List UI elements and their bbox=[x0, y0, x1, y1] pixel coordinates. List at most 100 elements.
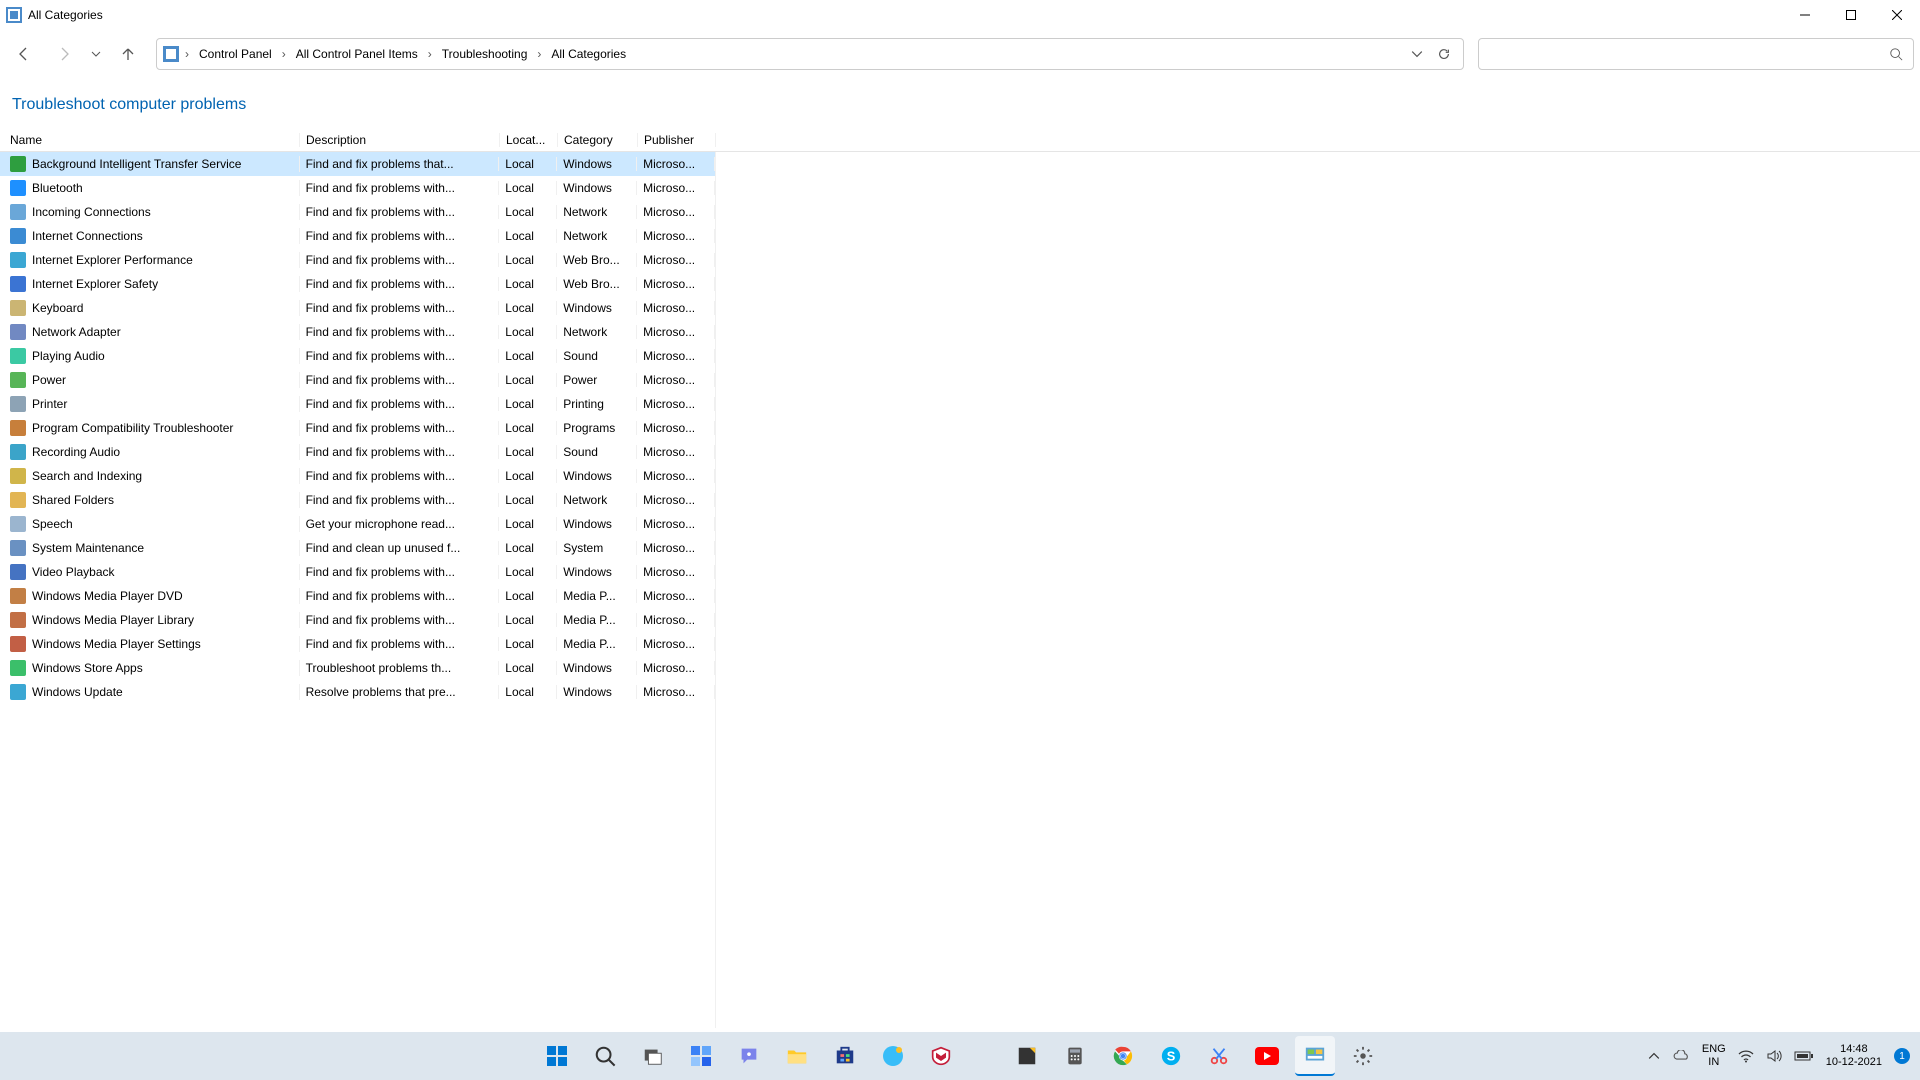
troubleshooter-icon bbox=[10, 204, 26, 220]
table-row[interactable]: Windows UpdateResolve problems that pre.… bbox=[0, 680, 715, 704]
breadcrumb-segment[interactable]: Control Panel bbox=[195, 45, 276, 63]
row-category: Windows bbox=[557, 469, 637, 483]
calculator-button[interactable] bbox=[1055, 1036, 1095, 1076]
table-row[interactable]: Windows Media Player LibraryFind and fix… bbox=[0, 608, 715, 632]
row-name: Background Intelligent Transfer Service bbox=[32, 157, 241, 171]
row-description: Find and fix problems with... bbox=[300, 445, 500, 459]
table-row[interactable]: Background Intelligent Transfer ServiceF… bbox=[0, 152, 715, 176]
tray-overflow-button[interactable] bbox=[1648, 1050, 1660, 1062]
row-description: Get your microphone read... bbox=[300, 517, 500, 531]
table-header: Name Description Locat... Category Publi… bbox=[0, 128, 1920, 152]
column-header-name[interactable]: Name bbox=[0, 133, 300, 147]
table-row[interactable]: Windows Store AppsTroubleshoot problems … bbox=[0, 656, 715, 680]
title-bar: All Categories bbox=[0, 0, 1920, 30]
breadcrumb-segment[interactable]: All Control Panel Items bbox=[292, 45, 422, 63]
chevron-right-icon[interactable]: › bbox=[424, 47, 436, 61]
troubleshooter-icon bbox=[10, 180, 26, 196]
troubleshooter-icon bbox=[10, 564, 26, 580]
table-row[interactable]: Windows Media Player DVDFind and fix pro… bbox=[0, 584, 715, 608]
row-publisher: Microso... bbox=[637, 589, 715, 603]
up-button[interactable] bbox=[110, 36, 146, 72]
troubleshooter-icon bbox=[10, 516, 26, 532]
row-publisher: Microso... bbox=[637, 445, 715, 459]
taskbar-search-button[interactable] bbox=[585, 1036, 625, 1076]
task-view-button[interactable] bbox=[633, 1036, 673, 1076]
table-row[interactable]: SpeechGet your microphone read...LocalWi… bbox=[0, 512, 715, 536]
skype-button[interactable]: S bbox=[1151, 1036, 1191, 1076]
row-publisher: Microso... bbox=[637, 397, 715, 411]
row-name: Video Playback bbox=[32, 565, 115, 579]
table-row[interactable]: System MaintenanceFind and clean up unus… bbox=[0, 536, 715, 560]
table-row[interactable]: PowerFind and fix problems with...LocalP… bbox=[0, 368, 715, 392]
chrome-button[interactable] bbox=[1103, 1036, 1143, 1076]
chevron-right-icon[interactable]: › bbox=[533, 47, 545, 61]
table-row[interactable]: Incoming ConnectionsFind and fix problem… bbox=[0, 200, 715, 224]
start-button[interactable] bbox=[537, 1036, 577, 1076]
back-button[interactable] bbox=[6, 36, 42, 72]
microsoft-store-button[interactable] bbox=[825, 1036, 865, 1076]
table-row[interactable]: Playing AudioFind and fix problems with.… bbox=[0, 344, 715, 368]
table-row[interactable]: Shared FoldersFind and fix problems with… bbox=[0, 488, 715, 512]
language-indicator[interactable]: ENG IN bbox=[1702, 1043, 1726, 1069]
table-row[interactable]: Windows Media Player SettingsFind and fi… bbox=[0, 632, 715, 656]
clock[interactable]: 14:48 10-12-2021 bbox=[1826, 1043, 1882, 1069]
address-dropdown-button[interactable] bbox=[1411, 48, 1423, 60]
column-header-category[interactable]: Category bbox=[558, 133, 638, 147]
search-box[interactable] bbox=[1478, 38, 1914, 70]
row-publisher: Microso... bbox=[637, 373, 715, 387]
maximize-button[interactable] bbox=[1828, 0, 1874, 30]
address-bar[interactable]: › Control Panel › All Control Panel Item… bbox=[156, 38, 1464, 70]
sticky-notes-button[interactable] bbox=[1007, 1036, 1047, 1076]
table-row[interactable]: BluetoothFind and fix problems with...Lo… bbox=[0, 176, 715, 200]
table-row[interactable]: Video Playback Find and fix problems with… bbox=[0, 560, 715, 584]
table-row[interactable]: Internet ConnectionsFind and fix problem… bbox=[0, 224, 715, 248]
settings-button[interactable] bbox=[1343, 1036, 1383, 1076]
table-row[interactable]: KeyboardFind and fix problems with...Loc… bbox=[0, 296, 715, 320]
onedrive-icon[interactable] bbox=[1672, 1050, 1690, 1062]
widgets-button[interactable] bbox=[681, 1036, 721, 1076]
column-header-description[interactable]: Description bbox=[300, 133, 500, 147]
close-button[interactable] bbox=[1874, 0, 1920, 30]
row-description: Find and fix problems with... bbox=[300, 421, 500, 435]
wifi-icon[interactable] bbox=[1738, 1049, 1754, 1063]
chat-button[interactable] bbox=[729, 1036, 769, 1076]
column-header-location[interactable]: Locat... bbox=[500, 133, 558, 147]
control-panel-button[interactable] bbox=[1295, 1036, 1335, 1076]
table-row[interactable]: Recording AudioFind and fix problems wit… bbox=[0, 440, 715, 464]
recent-dropdown-button[interactable] bbox=[86, 36, 106, 72]
breadcrumb-segment[interactable]: All Categories bbox=[547, 45, 630, 63]
taskbar: S ENG IN 14:48 10-12-2021 1 bbox=[0, 1032, 1920, 1080]
row-location: Local bbox=[499, 421, 557, 435]
row-location: Local bbox=[499, 613, 557, 627]
file-explorer-button[interactable] bbox=[777, 1036, 817, 1076]
row-description: Find and fix problems with... bbox=[300, 565, 500, 579]
tips-button[interactable] bbox=[873, 1036, 913, 1076]
row-category: Power bbox=[557, 373, 637, 387]
chevron-right-icon[interactable]: › bbox=[278, 47, 290, 61]
notification-badge[interactable]: 1 bbox=[1894, 1048, 1910, 1064]
troubleshooter-icon bbox=[10, 444, 26, 460]
volume-icon[interactable] bbox=[1766, 1049, 1782, 1063]
mcafee-button[interactable] bbox=[921, 1036, 961, 1076]
row-name: Network Adapter bbox=[32, 325, 121, 339]
battery-icon[interactable] bbox=[1794, 1050, 1814, 1062]
table-row[interactable]: Search and IndexingFind and fix problems… bbox=[0, 464, 715, 488]
troubleshooter-icon bbox=[10, 372, 26, 388]
troubleshooter-icon bbox=[10, 612, 26, 628]
row-category: Network bbox=[557, 205, 637, 219]
row-publisher: Microso... bbox=[637, 421, 715, 435]
breadcrumb-segment[interactable]: Troubleshooting bbox=[438, 45, 532, 63]
snipping-tool-button[interactable] bbox=[1199, 1036, 1239, 1076]
table-row[interactable]: PrinterFind and fix problems with...Loca… bbox=[0, 392, 715, 416]
table-row[interactable]: Internet Explorer SafetyFind and fix pro… bbox=[0, 272, 715, 296]
forward-button[interactable] bbox=[46, 36, 82, 72]
chevron-right-icon[interactable]: › bbox=[181, 47, 193, 61]
row-location: Local bbox=[499, 349, 557, 363]
youtube-button[interactable] bbox=[1247, 1036, 1287, 1076]
column-header-publisher[interactable]: Publisher bbox=[638, 133, 716, 147]
minimize-button[interactable] bbox=[1782, 0, 1828, 30]
refresh-button[interactable] bbox=[1437, 47, 1451, 61]
table-row[interactable]: Network AdapterFind and fix problems wit… bbox=[0, 320, 715, 344]
table-row[interactable]: Program Compatibility TroubleshooterFind… bbox=[0, 416, 715, 440]
table-row[interactable]: Internet Explorer PerformanceFind and fi… bbox=[0, 248, 715, 272]
